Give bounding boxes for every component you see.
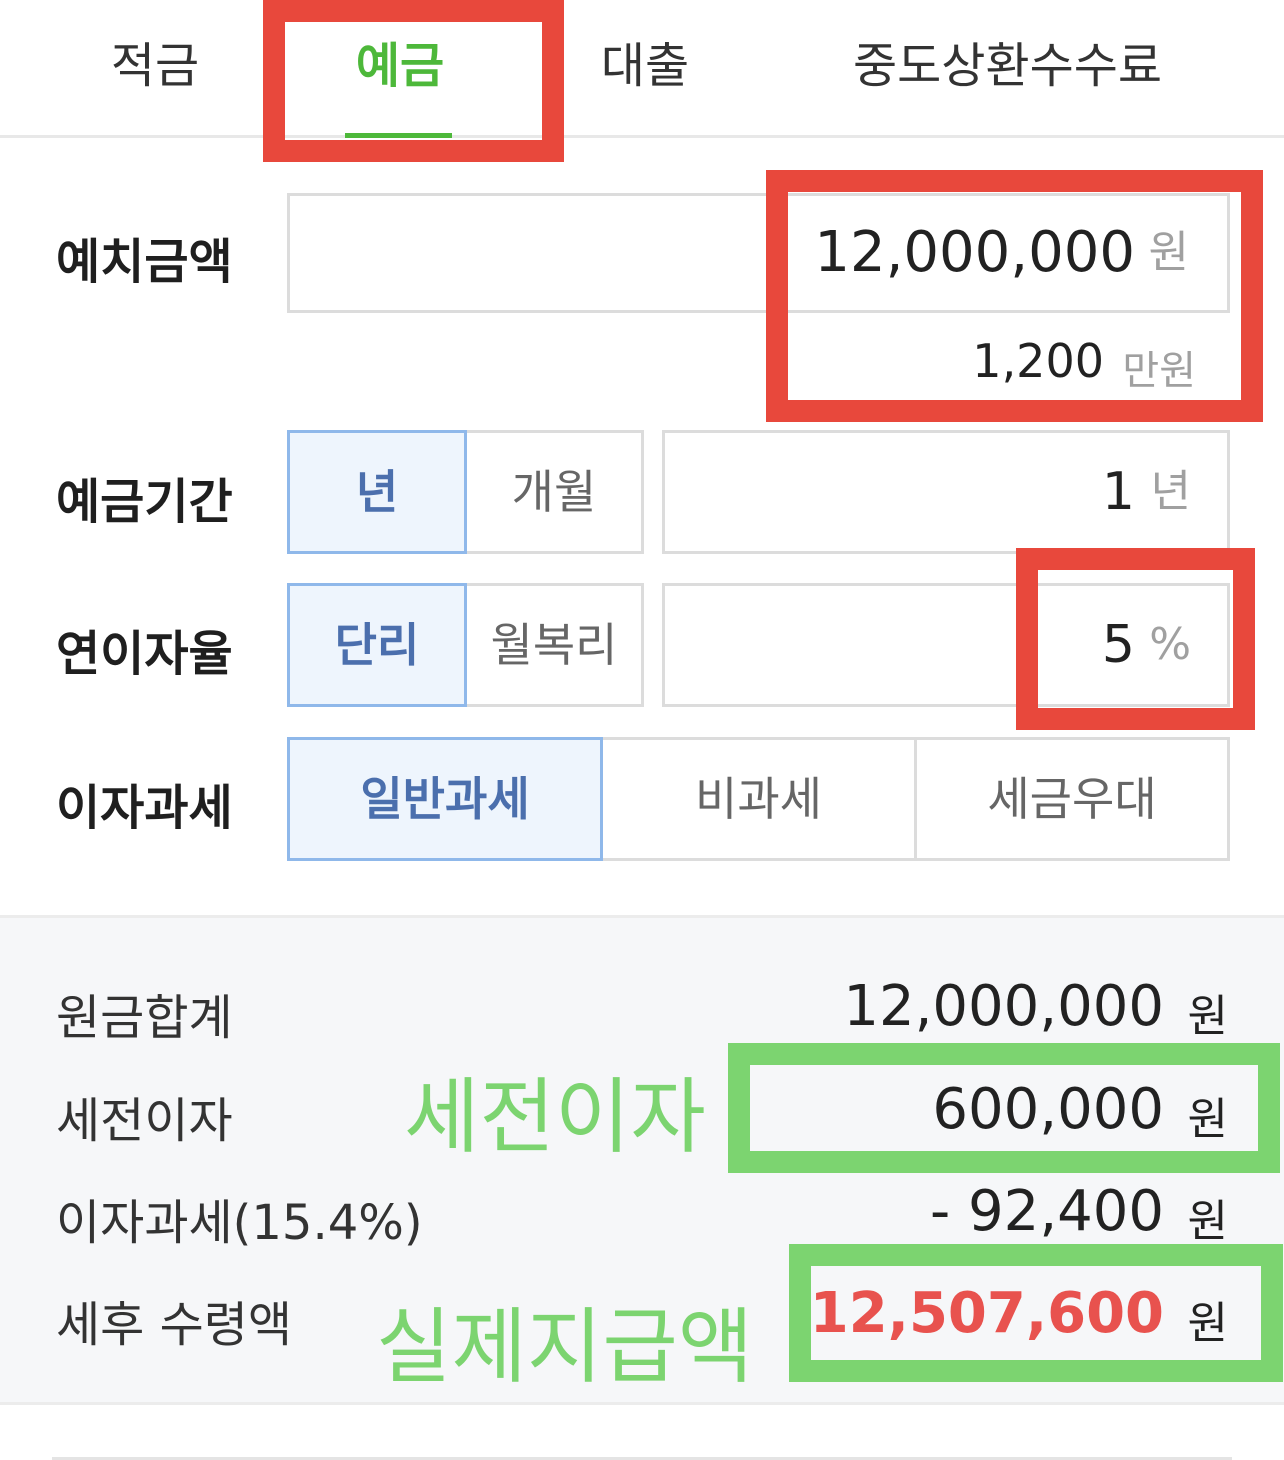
deposit-period-input[interactable]: 1 년 [662,430,1230,554]
tab-savings[interactable]: 적금 [70,30,240,102]
net-amount-label: 세후 수령액 [56,1297,293,1353]
pretax-interest-label: 세전이자 [56,1093,233,1149]
calculator-tabs: 적금 예금 대출 중도상환수수료 [0,0,1284,138]
result-panel: 원금합계 12,000,000 원 세전이자 600,000 원 이자과세(15… [0,915,1284,1405]
interest-tax-label: 이자과세 [56,780,233,836]
tab-prepayment-fee[interactable]: 중도상환수수료 [820,30,1195,102]
annual-rate-unit: % [1149,619,1191,670]
monthly-compound-button[interactable]: 월복리 [464,583,644,707]
simple-interest-button[interactable]: 단리 [287,583,467,707]
annual-rate-label: 연이자율 [56,626,233,682]
interest-tax-amount-value: - 92,400 [930,1179,1164,1244]
active-tab-indicator [345,133,452,138]
deposit-amount-manwon-value: 1,200 [972,334,1104,388]
net-amount-value: 12,507,600 [809,1281,1164,1346]
deposit-amount-label: 예치금액 [56,234,233,290]
tab-deposit[interactable]: 예금 [310,30,490,102]
annual-rate-input[interactable]: 5 % [662,583,1230,707]
tax-preferential-button[interactable]: 세금우대 [914,737,1230,861]
deposit-amount-unit: 원 [1148,227,1189,278]
deposit-period-value: 1 [1101,462,1135,522]
principal-total-unit: 원 [1187,991,1228,1042]
interest-tax-amount-unit: 원 [1187,1196,1228,1247]
deposit-amount-manwon-unit: 만원 [1122,348,1196,394]
pretax-interest-value: 600,000 [932,1077,1164,1142]
principal-total-value: 12,000,000 [843,974,1164,1039]
annual-rate-value: 5 [1101,615,1135,675]
tax-general-button[interactable]: 일반과세 [287,737,603,861]
tax-exempt-button[interactable]: 비과세 [600,737,917,861]
deposit-period-unit: 년 [1150,466,1191,517]
net-amount-unit: 원 [1187,1298,1228,1349]
pretax-interest-unit: 원 [1187,1094,1228,1145]
principal-total-label: 원금합계 [56,990,233,1046]
deposit-period-label: 예금기간 [56,474,233,530]
deposit-amount-input[interactable]: 12,000,000 원 [287,193,1230,313]
tab-loan[interactable]: 대출 [560,30,730,102]
period-unit-year-button[interactable]: 년 [287,430,467,554]
deposit-amount-value: 12,000,000 [814,220,1135,285]
interest-tax-amount-label: 이자과세(15.4%) [56,1195,423,1251]
period-unit-month-button[interactable]: 개월 [464,430,644,554]
